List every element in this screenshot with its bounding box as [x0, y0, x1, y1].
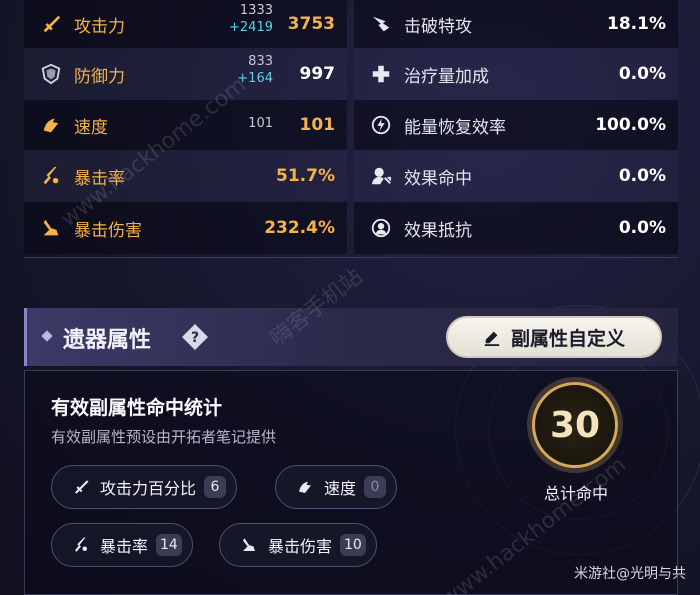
- stat-label: 击破特攻: [404, 16, 472, 37]
- chip-label: 暴击伤害: [268, 537, 333, 556]
- speed-icon: [299, 481, 311, 493]
- relic-section-header: 遗器属性 ? 副属性自定义: [24, 308, 678, 366]
- stat-label: 攻击力: [74, 16, 125, 37]
- customize-substats-button[interactable]: 副属性自定义: [446, 316, 662, 358]
- stat-value: 0.0%: [618, 166, 666, 186]
- effect-hit-icon: [370, 165, 392, 187]
- footer-credit: 米游社@光明与共: [574, 566, 686, 582]
- panel-subtitle: 有效副属性预设由开拓者笔记提供: [51, 428, 277, 446]
- stat-label: 能量恢复效率: [404, 117, 506, 138]
- chip-count: 6: [204, 476, 227, 498]
- crit-damage-icon: [40, 217, 62, 239]
- stat-base: 1333: [239, 3, 273, 18]
- stat-row-healing: 治疗量加成 0.0%: [354, 48, 678, 100]
- chip-label: 速度: [324, 479, 357, 498]
- stat-row-crit-damage: 暴击伤害 232.4%: [24, 202, 347, 254]
- chip-attack-percent[interactable]: 攻击力百分比 6: [51, 465, 238, 509]
- chip-crit-damage[interactable]: 暴击伤害 10: [219, 523, 377, 567]
- edit-icon: [484, 331, 500, 346]
- stat-value: 100.0%: [595, 115, 666, 135]
- stat-label: 暴击伤害: [74, 220, 142, 241]
- stat-row-effect-hit: 效果命中 0.0%: [354, 150, 678, 202]
- stat-base-value: 833 +164: [237, 53, 273, 87]
- stat-value: 0.0%: [618, 218, 666, 238]
- chip-count: 0: [364, 476, 387, 498]
- chip-label: 暴击率: [100, 537, 149, 556]
- defense-icon: [40, 63, 62, 85]
- chip-speed[interactable]: 速度 0: [275, 465, 398, 509]
- stat-row-crit-rate: 暴击率 51.7%: [24, 150, 347, 202]
- chip-count: 14: [156, 534, 182, 556]
- stat-value: 18.1%: [607, 14, 666, 34]
- crit-rate-icon: [40, 165, 62, 187]
- stat-label: 效果抵抗: [404, 220, 472, 241]
- stat-value: 0.0%: [618, 64, 666, 84]
- break-effect-icon: [370, 13, 392, 35]
- crit-damage-icon: [243, 538, 255, 551]
- total-hits-label: 总计命中: [543, 484, 608, 503]
- svg-text:?: ?: [191, 330, 199, 346]
- chip-label: 攻击力百分比: [100, 479, 197, 498]
- stat-value: 232.4%: [264, 218, 335, 238]
- panel-title: 有效副属性命中统计: [51, 397, 223, 419]
- attack-icon: [40, 13, 62, 35]
- chip-crit-rate[interactable]: 暴击率 14: [51, 523, 193, 567]
- stat-value: 51.7%: [276, 166, 335, 186]
- stat-row-break-effect: 击破特攻 18.1%: [354, 0, 678, 48]
- customize-button-label: 副属性自定义: [510, 327, 625, 350]
- crit-rate-icon: [75, 537, 87, 552]
- stat-row-speed: 速度 101 101: [24, 100, 347, 150]
- healing-boost-icon: [370, 63, 392, 85]
- stat-row-defense: 防御力 833 +164 997: [24, 48, 347, 100]
- stat-row-attack: 攻击力 1333 +2419 3753: [24, 0, 347, 48]
- stat-row-energy-regen: 能量恢复效率 100.0%: [354, 100, 678, 150]
- attack-icon: [75, 480, 89, 494]
- help-icon[interactable]: ?: [181, 323, 209, 351]
- stat-value: 101: [299, 115, 336, 135]
- total-hits-value: 30: [549, 404, 601, 446]
- stat-label: 效果命中: [404, 168, 472, 189]
- stat-base: 101: [248, 116, 273, 131]
- stats-panel: 攻击力 1333 +2419 3753 防御力 833 +164 997 速度 10…: [24, 0, 678, 258]
- stat-label: 防御力: [74, 66, 125, 87]
- energy-regen-icon: [370, 114, 392, 136]
- stat-base: 833: [248, 54, 273, 69]
- diamond-icon: [41, 330, 53, 342]
- stat-label: 暴击率: [74, 168, 125, 189]
- speed-icon: [40, 114, 62, 136]
- effect-res-icon: [370, 217, 392, 239]
- stat-value: 3753: [287, 14, 335, 34]
- stat-base-value: 1333 +2419: [229, 2, 273, 36]
- chip-count: 10: [340, 534, 366, 556]
- stat-label: 治疗量加成: [404, 66, 489, 87]
- total-hits-badge: 30: [532, 382, 618, 468]
- stat-label: 速度: [74, 117, 108, 138]
- stat-bonus: +164: [237, 71, 273, 86]
- stat-value: 997: [299, 64, 336, 84]
- stat-row-effect-res: 效果抵抗 0.0%: [354, 202, 678, 254]
- stat-bonus: +2419: [229, 20, 273, 35]
- relic-title: 遗器属性: [63, 328, 152, 353]
